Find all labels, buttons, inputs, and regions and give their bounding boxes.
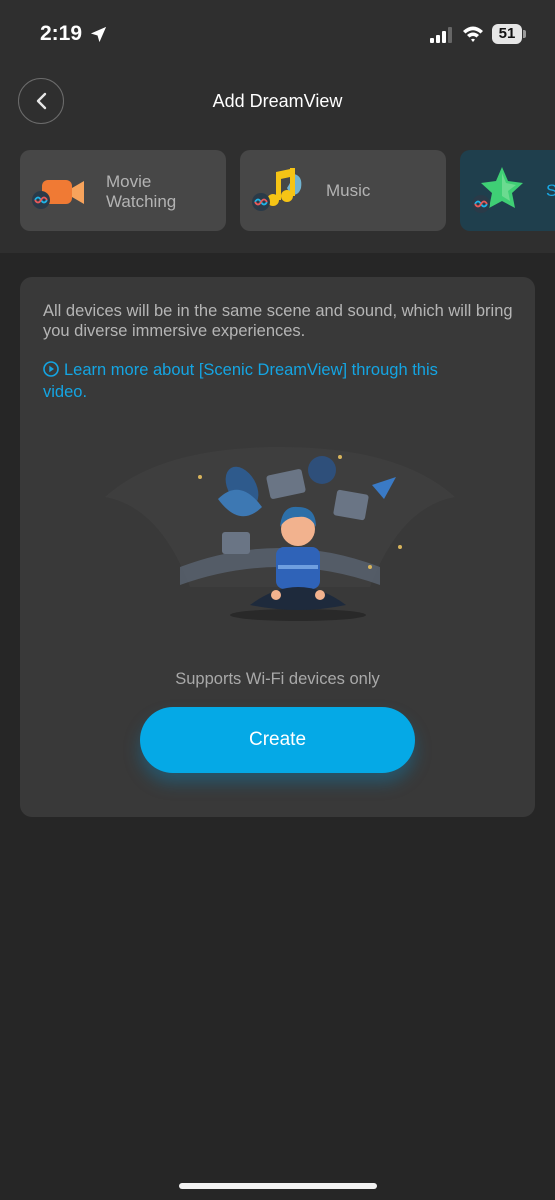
battery-nub [523,30,526,38]
scene-card-movie-watching[interactable]: Movie Watching [20,150,226,231]
wifi-support-note: Supports Wi-Fi devices only [175,670,380,688]
music-note-icon [252,168,302,211]
play-circle-icon [43,361,59,377]
battery-level: 51 [498,25,516,42]
home-indicator [179,1183,377,1189]
battery-icon: 51 [492,24,528,44]
wifi-icon [463,26,483,42]
scene-label-music: Music [326,181,371,200]
scene-label-movie-watching: Movie Watching [106,172,177,211]
dreamview-illustration [105,447,455,621]
status-time: 2:19 [40,22,83,45]
scene-card-scenic[interactable]: S [460,150,555,231]
status-bar: 2:19 51 [0,0,555,70]
location-arrow-icon [90,26,107,43]
learn-more-text: Learn more about [Scenic DreamView] thro… [43,361,438,401]
scene-label-scenic: S [546,181,555,200]
learn-more-link[interactable]: Learn more about [Scenic DreamView] thro… [43,359,483,403]
camera-icon [32,180,84,209]
scene-description: All devices will be in the same scene an… [43,302,513,340]
page-title: Add DreamView [212,91,343,111]
scene-card-music[interactable]: Music [240,150,446,231]
scene-info-panel: All devices will be in the same scene an… [20,277,535,817]
star-icon [472,167,523,213]
scene-tabs: Movie Watching Music S [0,150,555,232]
create-button[interactable]: Create [140,707,415,773]
cellular-signal-icon [430,27,452,43]
